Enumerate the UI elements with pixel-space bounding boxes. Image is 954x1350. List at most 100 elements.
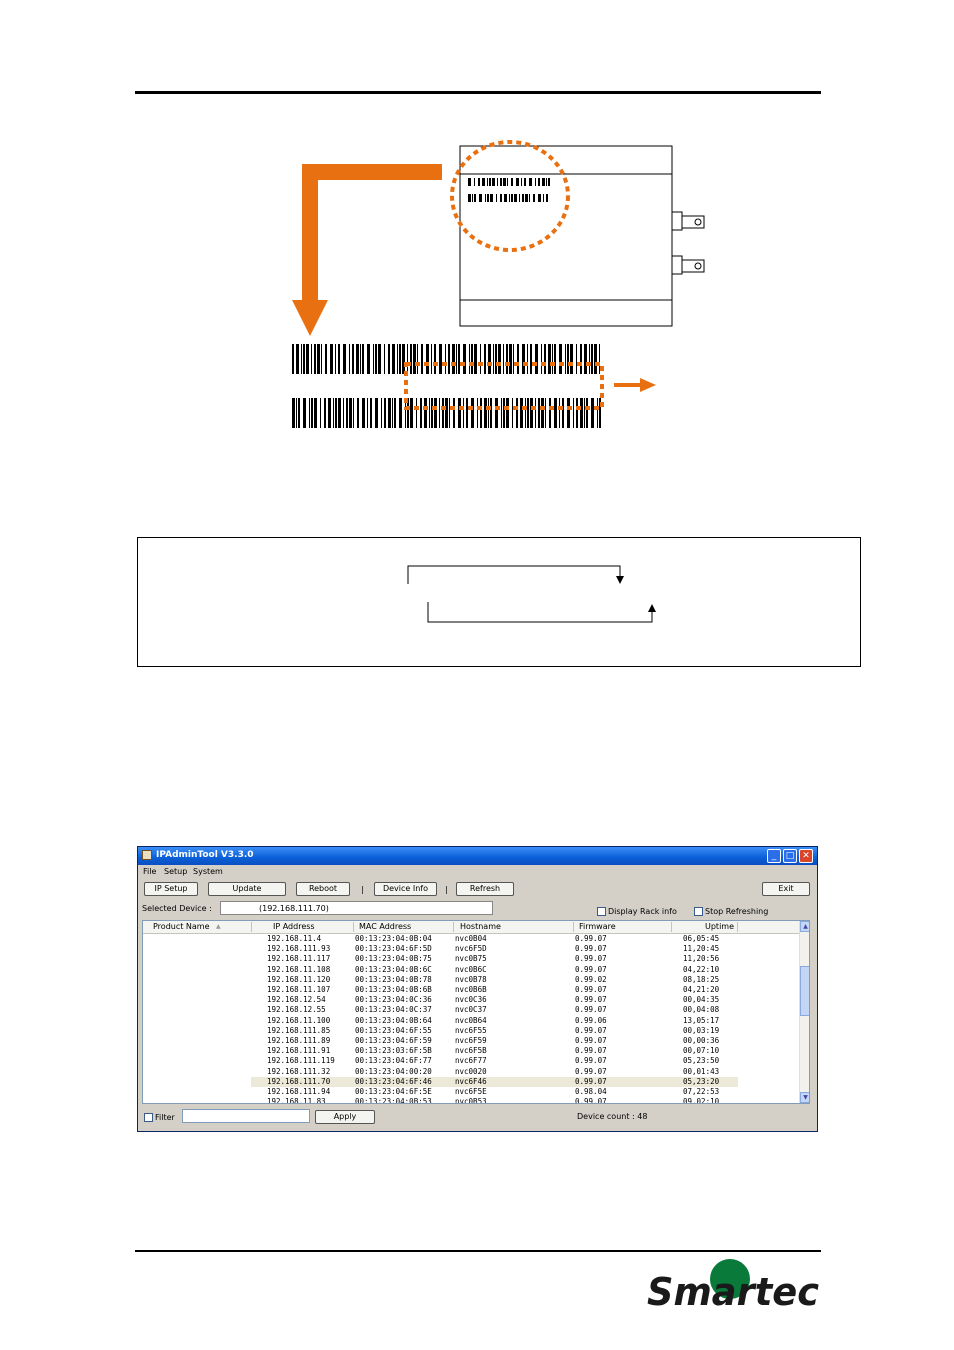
table-row[interactable]: 192.168.111.93 00:13:23:04:6F:5D nvc6F5D 0.… bbox=[143, 944, 799, 954]
filter-input[interactable] bbox=[182, 1109, 310, 1123]
device-info-button[interactable]: Device Info bbox=[374, 882, 437, 896]
barcode-bar bbox=[362, 344, 364, 374]
table-row[interactable]: 192.168.11.120 00:13:23:04:0B:78 nvc0B78 0.… bbox=[143, 975, 799, 985]
barcode-bar bbox=[384, 398, 386, 428]
barcode-bar bbox=[449, 398, 450, 428]
barcode-bar bbox=[527, 398, 529, 428]
table-row[interactable]: 192.168.11.117 00:13:23:04:0B:75 nvc0B75 0.… bbox=[143, 954, 799, 964]
col-firmware[interactable]: Firmware bbox=[579, 922, 616, 931]
table-row[interactable]: 192.168.12.55 00:13:23:04:0C:37 nvc0C37 0.9… bbox=[143, 1005, 799, 1015]
barcode-bar bbox=[434, 398, 437, 428]
stop-refreshing-checkbox[interactable] bbox=[694, 907, 703, 916]
table-row[interactable]: 192.168.12.54 00:13:23:04:0C:36 nvc0C36 0.9… bbox=[143, 995, 799, 1005]
cell-mac: 00:13:23:04:6F:55 bbox=[355, 1025, 432, 1035]
barcode-bar bbox=[429, 398, 430, 428]
barcode-bar bbox=[309, 398, 310, 428]
cell-uptime: 05,23:20 bbox=[683, 1076, 720, 1086]
device-list[interactable]: Product Name ▲ IP Address MAC Address Ho… bbox=[142, 920, 810, 1104]
cell-firmware: 0.99.02 bbox=[575, 974, 607, 984]
table-row[interactable]: 192.168.111.89 00:13:23:04:6F:59 nvc6F59 0.… bbox=[143, 1036, 799, 1046]
table-row[interactable]: 192.168.111.70 00:13:23:04:6F:46 nvc6F46 0.… bbox=[143, 1076, 799, 1087]
col-hostname[interactable]: Hostname bbox=[460, 922, 501, 931]
barcode-bar bbox=[306, 344, 309, 374]
update-button[interactable]: Update bbox=[208, 882, 286, 896]
barcode-bar bbox=[426, 344, 429, 374]
table-row[interactable]: 192.168.111.119 00:13:23:04:6F:77 nvc6F77 0… bbox=[143, 1056, 799, 1066]
barcode-bar bbox=[482, 178, 485, 186]
barcode-bar bbox=[548, 344, 551, 374]
barcode-bar bbox=[573, 398, 574, 428]
barcode-bar bbox=[529, 194, 530, 202]
display-rack-info-checkbox[interactable] bbox=[597, 907, 606, 916]
vertical-scrollbar[interactable]: ▲ ▼ bbox=[799, 921, 809, 1103]
barcode-bar bbox=[504, 194, 507, 202]
cell-firmware: 0.99.07 bbox=[575, 944, 607, 954]
barcode-bar bbox=[507, 178, 508, 186]
col-uptime[interactable]: Uptime bbox=[705, 922, 734, 931]
menu-file[interactable]: File bbox=[143, 867, 156, 876]
table-row[interactable]: 192.168.11.100 00:13:23:04:0B:64 nvc0B64 0.… bbox=[143, 1016, 799, 1026]
apply-button[interactable]: Apply bbox=[315, 1110, 375, 1124]
barcode-bar bbox=[367, 344, 370, 374]
barcode-bar bbox=[525, 398, 526, 428]
barcode-bar bbox=[567, 344, 569, 374]
ip-setup-button[interactable]: IP Setup bbox=[144, 882, 198, 896]
table-row[interactable]: 192.168.111.85 00:13:23:04:6F:55 nvc6F55 0.… bbox=[143, 1026, 799, 1036]
scroll-down-icon[interactable]: ▼ bbox=[800, 1092, 809, 1103]
barcode-bar bbox=[468, 194, 471, 202]
barcode-bar bbox=[538, 398, 540, 428]
scroll-up-icon[interactable]: ▲ bbox=[800, 921, 809, 932]
table-row[interactable]: 192.168.11.108 00:13:23:04:0B:6C nvc0B6C 0.… bbox=[143, 965, 799, 975]
barcode-bar bbox=[474, 194, 476, 202]
table-row[interactable]: 192.168.111.91 00:13:23:03:6F:5B nvc6F5B 0.… bbox=[143, 1046, 799, 1056]
cell-hostname: nvc0C36 bbox=[455, 995, 487, 1005]
barcode-bar bbox=[559, 398, 560, 428]
barcode-bar bbox=[434, 344, 436, 374]
menu-system[interactable]: System bbox=[193, 867, 223, 876]
filter-checkbox[interactable] bbox=[144, 1113, 153, 1122]
table-row[interactable]: 192.168.11.4 00:13:23:04:0B:04 nvc0B04 0.99… bbox=[143, 934, 799, 944]
cell-mac: 00:13:23:04:0B:78 bbox=[355, 974, 432, 984]
reboot-button[interactable]: Reboot bbox=[296, 882, 350, 896]
barcode-bar bbox=[509, 344, 512, 374]
barcode-bar bbox=[370, 398, 372, 428]
col-product-name[interactable]: Product Name bbox=[153, 922, 210, 931]
barcode-bar bbox=[576, 344, 577, 374]
barcode-bar bbox=[591, 398, 594, 428]
scroll-thumb[interactable] bbox=[800, 966, 809, 1016]
close-button[interactable]: ✕ bbox=[799, 849, 813, 863]
cell-mac: 00:13:23:03:6F:5B bbox=[355, 1046, 432, 1056]
barcode-bar bbox=[497, 178, 498, 186]
barcode-bar bbox=[353, 398, 354, 428]
cell-firmware: 0.99.07 bbox=[575, 985, 607, 994]
cell-mac: 00:13:23:04:0C:37 bbox=[355, 1005, 432, 1015]
cell-uptime: 04,22:10 bbox=[683, 964, 720, 974]
barcode-bar bbox=[448, 344, 450, 374]
barcode-bar bbox=[480, 344, 481, 374]
barcode-bar bbox=[527, 344, 528, 374]
col-mac-address[interactable]: MAC Address bbox=[359, 922, 411, 931]
maximize-button[interactable]: □ bbox=[783, 849, 797, 863]
menu-setup[interactable]: Setup bbox=[164, 867, 187, 876]
table-row[interactable]: 192.168.11.83 00:13:23:04:0B:53 nvc0B53 0.9… bbox=[143, 1097, 799, 1103]
table-row[interactable]: 192.168.11.107 00:13:23:04:0B:6B nvc0B6B 0.… bbox=[143, 985, 799, 995]
barcode-bar bbox=[452, 344, 455, 374]
barcode-bar bbox=[522, 344, 525, 374]
barcode-bar bbox=[397, 344, 398, 374]
barcode-bar bbox=[580, 398, 583, 428]
barcode-bar bbox=[303, 344, 305, 374]
barcode-bar bbox=[514, 194, 517, 202]
cell-firmware: 0.99.07 bbox=[575, 954, 607, 964]
table-row[interactable]: 192.168.111.32 00:13:23:04:00:20 nvc0020 0.… bbox=[143, 1067, 799, 1077]
table-row[interactable]: 192.168.111.94 00:13:23:04:6F:5E nvc6F5E 0.… bbox=[143, 1087, 799, 1097]
window-title: IPAdminTool V3.3.0 bbox=[156, 850, 254, 860]
cell-ip: 192.168.111.89 bbox=[267, 1036, 331, 1045]
col-ip-address[interactable]: IP Address bbox=[273, 922, 315, 931]
barcode-bar bbox=[335, 344, 336, 374]
cell-hostname: nvc6F77 bbox=[455, 1056, 487, 1066]
barcode-bar bbox=[484, 398, 487, 428]
refresh-button[interactable]: Refresh bbox=[456, 882, 514, 896]
exit-button[interactable]: Exit bbox=[762, 882, 810, 896]
display-rack-info-label: Display Rack info bbox=[608, 907, 677, 916]
minimize-button[interactable]: _ bbox=[767, 849, 781, 863]
